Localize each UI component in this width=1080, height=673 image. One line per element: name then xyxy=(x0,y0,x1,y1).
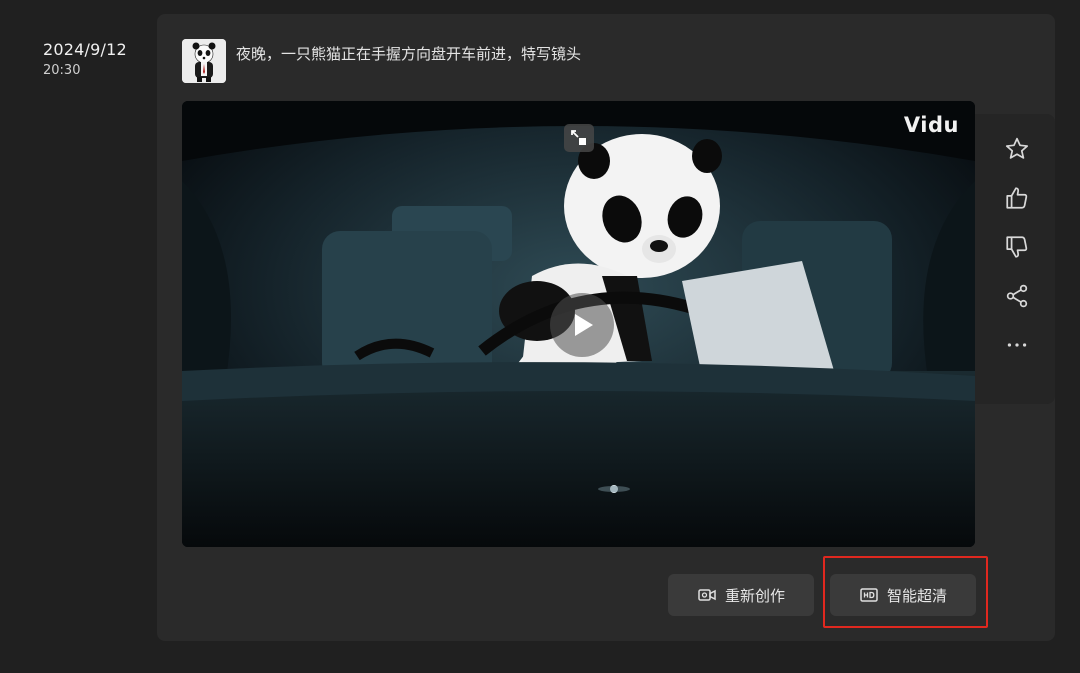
generation-card: 夜晚，一只熊猫正在手握方向盘开车前进，特写镜头 Vidu 重新创作 智能超清 xyxy=(157,14,1055,641)
more-icon-glyph xyxy=(1007,342,1027,347)
more-icon[interactable] xyxy=(992,320,1042,369)
share-icon-glyph xyxy=(1006,284,1028,307)
vidu-watermark: Vidu xyxy=(903,113,959,137)
star-icon-glyph xyxy=(1005,137,1029,159)
share-icon[interactable] xyxy=(992,271,1042,320)
highlight-box xyxy=(823,556,988,628)
thumbs-down-icon[interactable] xyxy=(992,222,1042,271)
timestamp: 2024/9/12 20:30 xyxy=(43,40,127,78)
action-bar xyxy=(992,124,1042,369)
recreate-button-label: 重新创作 xyxy=(724,586,785,605)
recreate-button[interactable]: 重新创作 xyxy=(668,574,814,616)
star-icon[interactable] xyxy=(992,124,1042,173)
play-icon[interactable] xyxy=(550,293,614,357)
thumbs-up-icon[interactable] xyxy=(992,173,1042,222)
play-icon-glyph xyxy=(575,314,593,336)
panda-avatar-icon xyxy=(182,39,226,83)
picture-in-picture-icon[interactable] xyxy=(564,124,594,152)
prompt-row: 夜晚，一只熊猫正在手握方向盘开车前进，特写镜头 xyxy=(182,39,581,83)
panda-avatar[interactable] xyxy=(182,39,226,83)
video-player[interactable]: Vidu xyxy=(182,101,975,547)
video-camera-icon xyxy=(698,589,716,601)
time-label: 20:30 xyxy=(43,63,81,78)
thumbs-up-icon-glyph xyxy=(1006,186,1028,209)
picture-in-picture-icon-glyph xyxy=(571,130,586,145)
thumbs-down-icon-glyph xyxy=(1006,235,1028,258)
date-label: 2024/9/12 xyxy=(43,40,127,59)
prompt-text: 夜晚，一只熊猫正在手握方向盘开车前进，特写镜头 xyxy=(236,45,582,63)
page: 2024/9/12 20:30 夜晚，一只熊猫正在手握方向盘开车前进，特写镜头 … xyxy=(0,0,1080,673)
